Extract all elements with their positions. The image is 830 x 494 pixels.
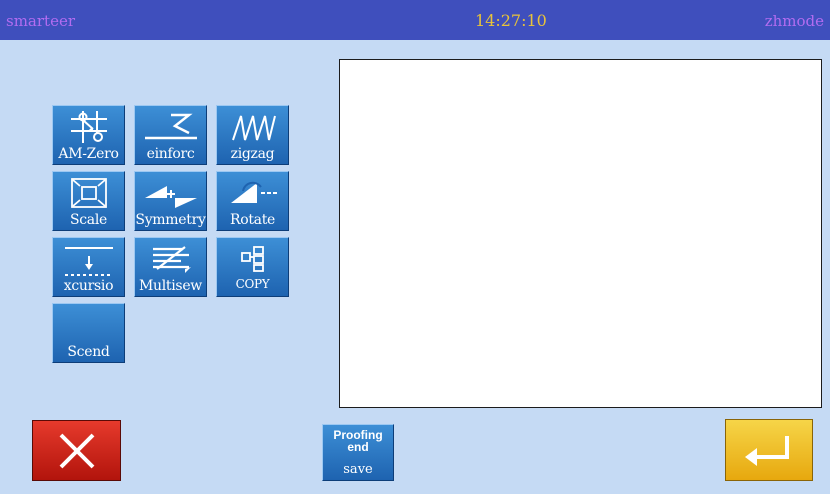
scend-label: Scend <box>67 344 110 360</box>
am-zero-button[interactable]: AM-Zero <box>52 105 125 165</box>
reinforce-icon <box>135 108 206 146</box>
title-bar: smarteer 14:27:10 zhmode <box>0 0 830 40</box>
pattern-preview-canvas[interactable] <box>339 59 822 408</box>
multisew-icon <box>135 240 206 278</box>
reinforce-label: einforc <box>146 146 195 162</box>
copy-icon <box>217 240 288 278</box>
symmetry-icon <box>135 174 206 212</box>
scend-button[interactable]: Scend <box>52 303 125 363</box>
enter-arrow-icon <box>745 436 789 466</box>
xcursion-button[interactable]: xcursio <box>52 237 125 297</box>
mode-label: zhmode <box>764 12 824 30</box>
reinforce-button[interactable]: einforc <box>134 105 207 165</box>
rotate-button[interactable]: Rotate <box>216 171 289 231</box>
clock: 14:27:10 <box>475 11 547 30</box>
zigzag-icon <box>217 108 288 146</box>
xcursion-label: xcursio <box>63 278 114 294</box>
copy-button[interactable]: COPY <box>216 237 289 297</box>
xcursion-icon <box>53 240 124 278</box>
proofing-end-save-button[interactable]: Proofing end save <box>322 424 394 481</box>
scale-icon <box>53 174 124 212</box>
confirm-button[interactable] <box>725 419 813 481</box>
proof-line-3: save <box>343 462 373 477</box>
rotate-icon <box>217 174 288 212</box>
close-icon <box>59 433 94 468</box>
scale-button[interactable]: Scale <box>52 171 125 231</box>
symmetry-button[interactable]: Symmetry <box>134 171 207 231</box>
proof-line-2: end <box>347 440 369 454</box>
copy-label: COPY <box>235 277 270 291</box>
brand-label: smarteer <box>6 12 75 30</box>
rotate-label: Rotate <box>229 212 276 228</box>
am-zero-icon <box>53 108 124 146</box>
cancel-button[interactable] <box>32 420 121 481</box>
am-zero-label: AM-Zero <box>58 146 119 162</box>
symmetry-label: Symmetry <box>135 212 206 228</box>
multisew-label: Multisew <box>139 278 202 294</box>
zigzag-button[interactable]: zigzag <box>216 105 289 165</box>
multisew-button[interactable]: Multisew <box>134 237 207 297</box>
zigzag-label: zigzag <box>230 146 275 162</box>
scale-label: Scale <box>69 212 108 228</box>
